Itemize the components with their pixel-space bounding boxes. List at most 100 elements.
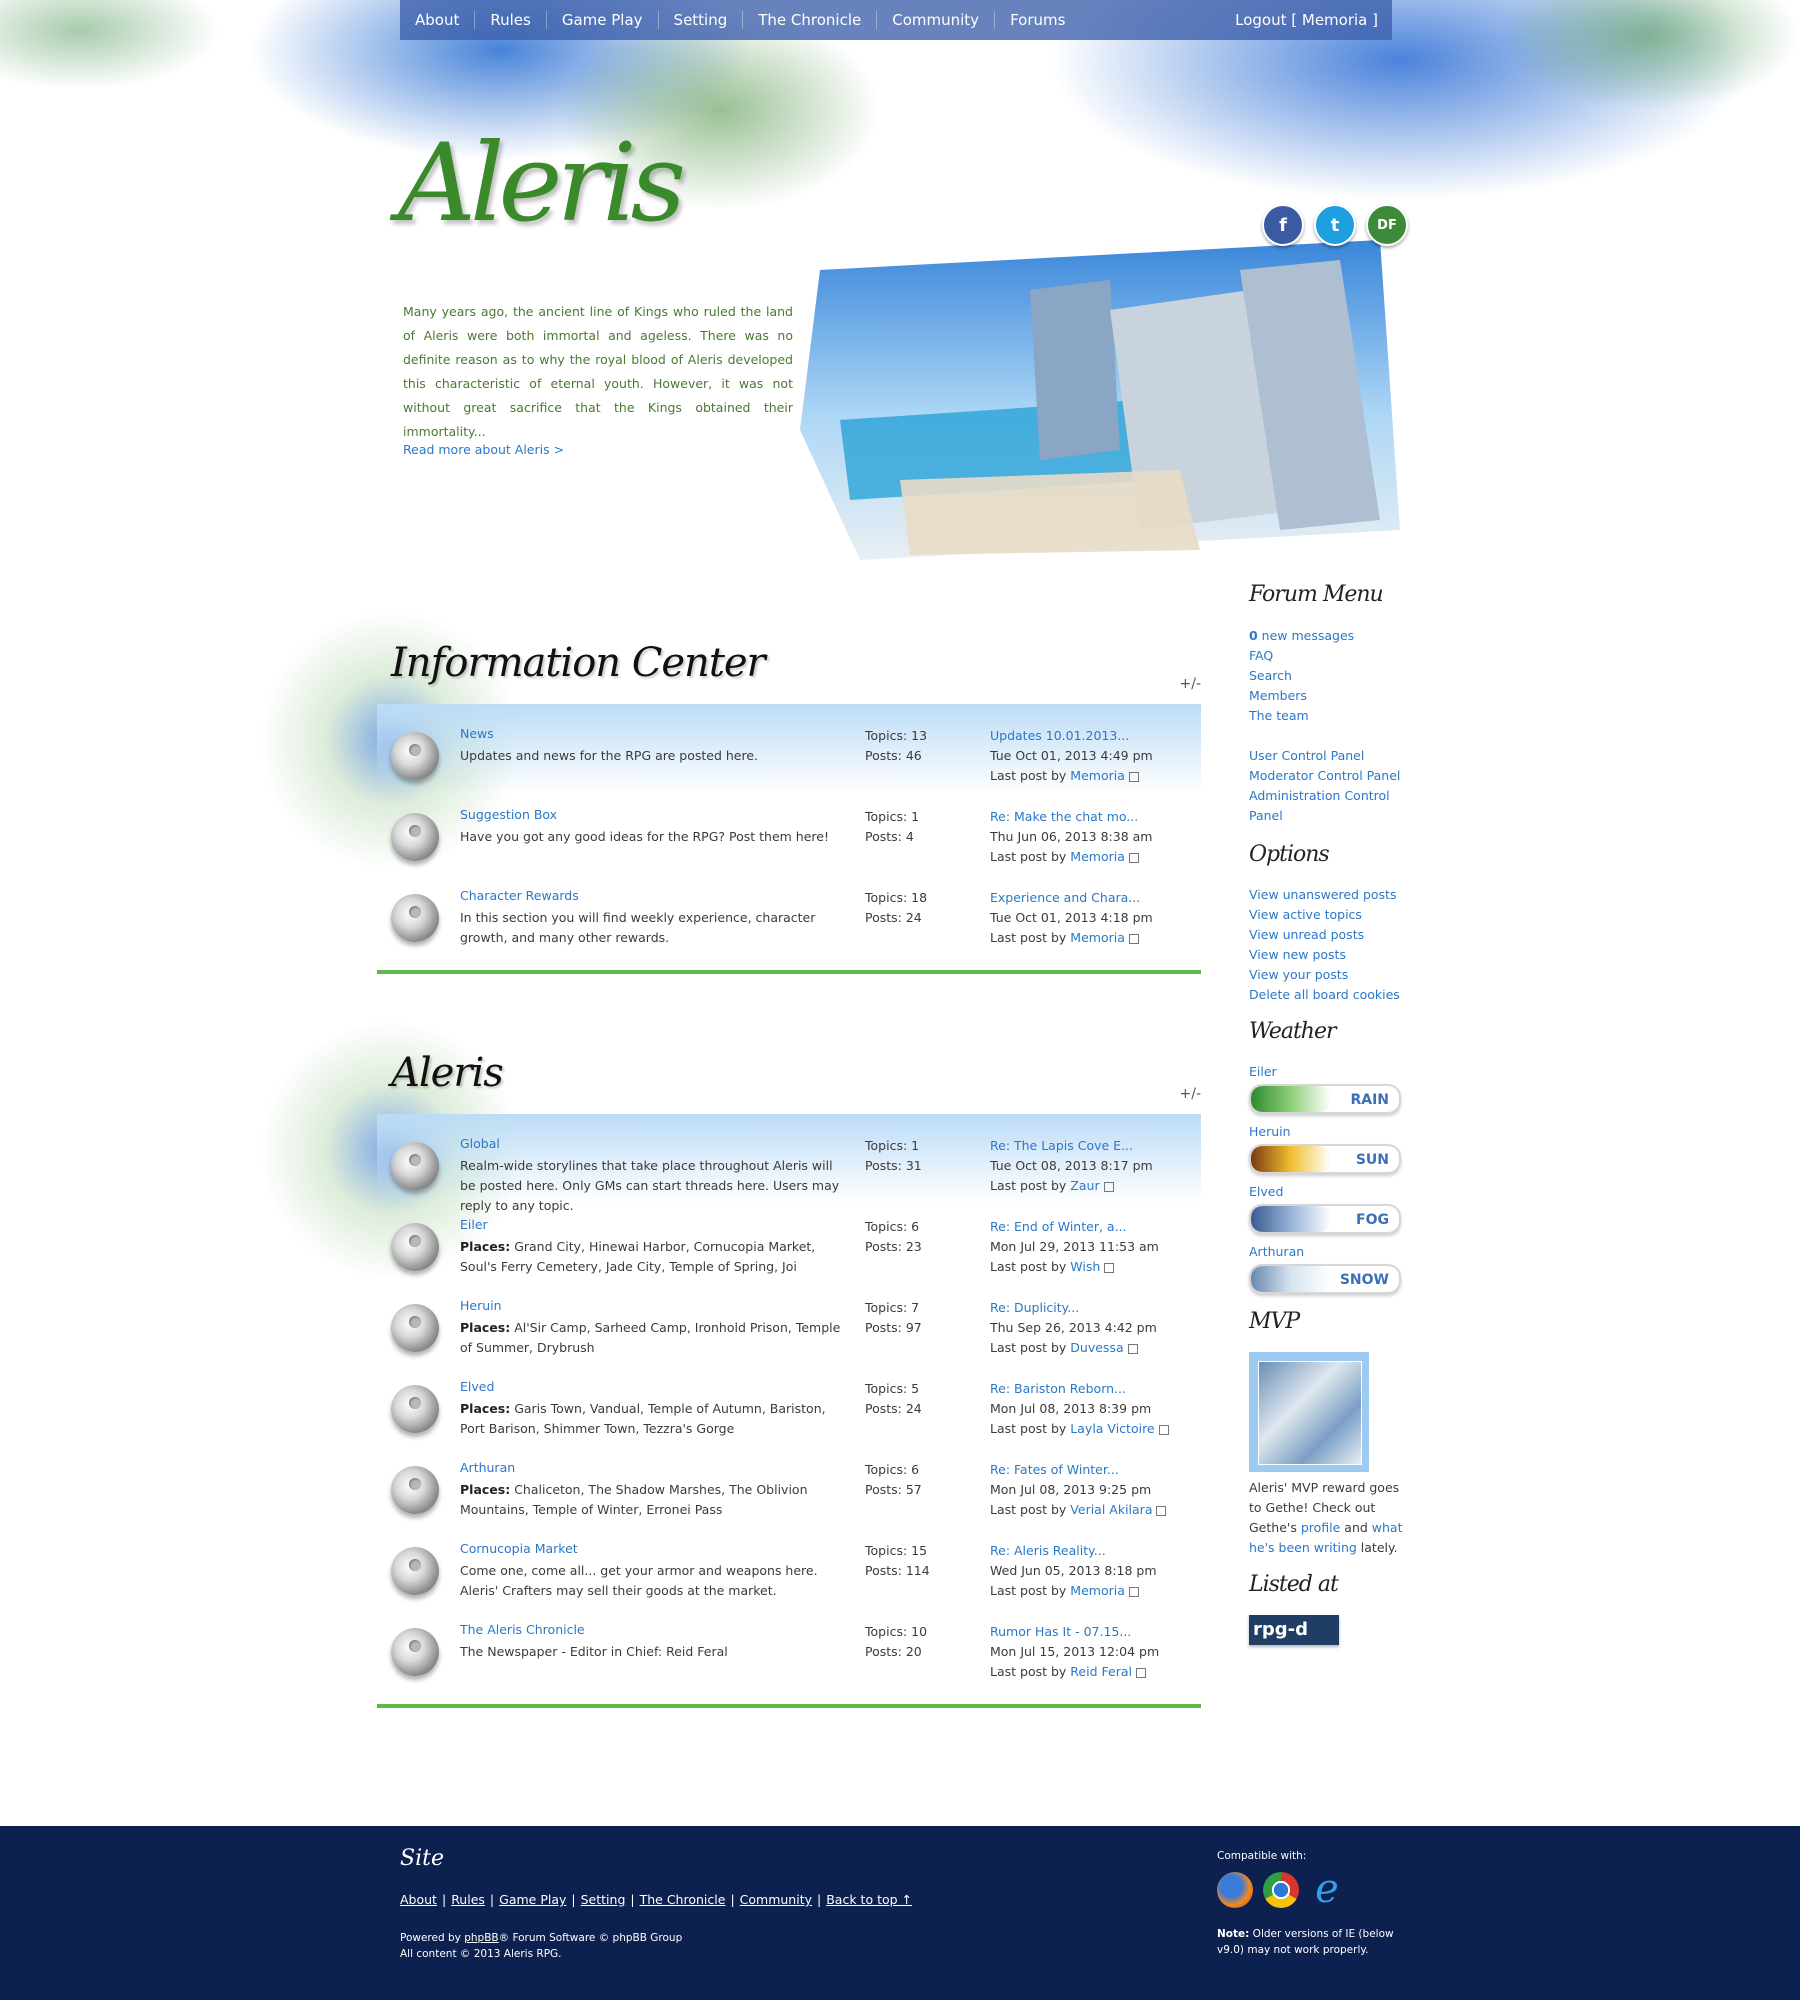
footer-rules-link[interactable]: Rules: [451, 1892, 485, 1907]
last-post-title[interactable]: Re: Aleris Reality...: [990, 1543, 1106, 1558]
view-latest-post-icon[interactable]: [1156, 1505, 1167, 1516]
forum-name[interactable]: Eiler: [460, 1217, 488, 1232]
view-latest-post-icon[interactable]: [1128, 852, 1139, 863]
forum-name[interactable]: Suggestion Box: [460, 807, 557, 822]
mvp-image[interactable]: [1249, 1352, 1369, 1472]
phpbb-link[interactable]: phpBB: [464, 1932, 498, 1944]
last-post-title[interactable]: Rumor Has It - 07.15...: [990, 1624, 1131, 1639]
weather-region-elved[interactable]: Elved: [1249, 1182, 1283, 1202]
footer-chronicle-link[interactable]: The Chronicle: [640, 1892, 726, 1907]
forum-stats: Topics: 1 Posts: 4: [865, 807, 919, 847]
last-post-user[interactable]: Duvessa: [1070, 1340, 1123, 1355]
weather-region-heruin[interactable]: Heruin: [1249, 1122, 1291, 1142]
read-more-link[interactable]: Read more about Aleris >: [403, 442, 564, 457]
last-post-date: Tue Oct 01, 2013 4:18 pm: [990, 910, 1153, 925]
forum-read-icon: [391, 1466, 439, 1514]
forum-name[interactable]: Arthuran: [460, 1460, 515, 1475]
view-latest-post-icon[interactable]: [1135, 1667, 1146, 1678]
unanswered-posts-link[interactable]: View unanswered posts: [1249, 887, 1396, 902]
your-posts-link[interactable]: View your posts: [1249, 967, 1348, 982]
category-divider: [377, 1704, 1201, 1708]
last-post-title[interactable]: Updates 10.01.2013...: [990, 728, 1129, 743]
back-to-top-link[interactable]: Back to top ↑: [826, 1892, 912, 1907]
last-post-title[interactable]: Experience and Chara...: [990, 890, 1140, 905]
last-post-user[interactable]: Verial Akilara: [1070, 1502, 1152, 1517]
forum-name[interactable]: The Aleris Chronicle: [460, 1622, 585, 1637]
mvp-profile-link[interactable]: profile: [1301, 1520, 1340, 1535]
last-post-title[interactable]: Re: Bariston Reborn...: [990, 1381, 1126, 1396]
last-post-title[interactable]: Re: Make the chat mo...: [990, 809, 1138, 824]
view-latest-post-icon[interactable]: [1104, 1262, 1115, 1273]
last-post-user[interactable]: Reid Feral: [1070, 1664, 1132, 1679]
last-post-user[interactable]: Memoria: [1070, 1583, 1125, 1598]
weather-region-arthuran[interactable]: Arthuran: [1249, 1242, 1304, 1262]
faq-link[interactable]: FAQ: [1249, 648, 1273, 663]
footer-setting-link[interactable]: Setting: [581, 1892, 626, 1907]
mcp-link[interactable]: Moderator Control Panel: [1249, 768, 1400, 783]
forum-read-icon: [391, 1223, 439, 1271]
weather-region-eiler[interactable]: Eiler: [1249, 1062, 1277, 1082]
last-post-user[interactable]: Memoria: [1070, 930, 1125, 945]
logout-link[interactable]: Logout [ Memoria ]: [1235, 11, 1378, 29]
unread-posts-link[interactable]: View unread posts: [1249, 927, 1364, 942]
nav-community[interactable]: Community: [877, 11, 996, 29]
nav-items: About Rules Game Play Setting The Chroni…: [400, 0, 1080, 40]
delete-cookies-link[interactable]: Delete all board cookies: [1249, 987, 1400, 1002]
last-post-user[interactable]: Memoria: [1070, 768, 1125, 783]
post-count: Posts: 20: [865, 1644, 922, 1659]
forum-name[interactable]: Character Rewards: [460, 888, 579, 903]
collapse-toggle[interactable]: +/-: [1180, 676, 1202, 692]
active-topics-link[interactable]: View active topics: [1249, 907, 1362, 922]
members-link[interactable]: Members: [1249, 688, 1307, 703]
search-link[interactable]: Search: [1249, 668, 1292, 683]
last-post-user[interactable]: Memoria: [1070, 849, 1125, 864]
footer-game-play-link[interactable]: Game Play: [499, 1892, 566, 1907]
nav-game-play[interactable]: Game Play: [547, 11, 659, 29]
acp-link[interactable]: Administration Control Panel: [1249, 788, 1390, 823]
facebook-icon[interactable]: f: [1262, 204, 1304, 246]
nav-setting[interactable]: Setting: [659, 11, 744, 29]
df-icon[interactable]: DF: [1366, 204, 1408, 246]
post-count: Posts: 57: [865, 1482, 922, 1497]
footer-community-link[interactable]: Community: [740, 1892, 812, 1907]
view-latest-post-icon[interactable]: [1128, 933, 1139, 944]
new-messages-link[interactable]: 0 new messages: [1249, 626, 1409, 646]
forum-description-text: The Newspaper - Editor in Chief: Reid Fe…: [460, 1644, 728, 1659]
last-post-user[interactable]: Layla Victoire: [1070, 1421, 1154, 1436]
nav-rules[interactable]: Rules: [475, 11, 547, 29]
site-logo[interactable]: Aleris: [398, 130, 686, 238]
view-latest-post-icon[interactable]: [1128, 771, 1139, 782]
last-post-user[interactable]: Zaur: [1070, 1178, 1099, 1193]
team-link[interactable]: The team: [1249, 708, 1309, 723]
new-messages-label[interactable]: new messages: [1258, 628, 1355, 643]
ucp-link[interactable]: User Control Panel: [1249, 748, 1364, 763]
view-latest-post-icon[interactable]: [1127, 1343, 1138, 1354]
forum-description: Places: Grand City, Hinewai Harbor, Corn…: [460, 1237, 850, 1277]
last-post-user[interactable]: Wish: [1070, 1259, 1100, 1274]
weather-badge-rain: RAIN: [1249, 1084, 1401, 1114]
nav-about[interactable]: About: [400, 11, 476, 29]
last-post-title[interactable]: Re: The Lapis Cove E...: [990, 1138, 1133, 1153]
last-post-title[interactable]: Re: Duplicity...: [990, 1300, 1079, 1315]
last-post-title[interactable]: Re: Fates of Winter...: [990, 1462, 1119, 1477]
footer-about-link[interactable]: About: [400, 1892, 437, 1907]
rpg-d-badge[interactable]: rpg-d: [1249, 1615, 1339, 1645]
new-posts-link[interactable]: View new posts: [1249, 947, 1346, 962]
forum-name[interactable]: Cornucopia Market: [460, 1541, 578, 1556]
last-post-title[interactable]: Re: End of Winter, a...: [990, 1219, 1127, 1234]
nav-forums[interactable]: Forums: [995, 11, 1080, 29]
new-messages-count[interactable]: 0: [1249, 628, 1258, 643]
view-latest-post-icon[interactable]: [1103, 1181, 1114, 1192]
view-latest-post-icon[interactable]: [1128, 1586, 1139, 1597]
last-post-date: Wed Jun 05, 2013 8:18 pm: [990, 1563, 1157, 1578]
twitter-icon[interactable]: t: [1314, 204, 1356, 246]
topic-count: Topics: 1: [865, 809, 920, 824]
forum-name[interactable]: News: [460, 726, 494, 741]
last-post-date: Tue Oct 08, 2013 8:17 pm: [990, 1158, 1153, 1173]
forum-name[interactable]: Heruin: [460, 1298, 502, 1313]
forum-name[interactable]: Global: [460, 1136, 500, 1151]
forum-name[interactable]: Elved: [460, 1379, 494, 1394]
view-latest-post-icon[interactable]: [1158, 1424, 1169, 1435]
nav-chronicle[interactable]: The Chronicle: [743, 11, 878, 29]
collapse-toggle[interactable]: +/-: [1180, 1086, 1202, 1102]
